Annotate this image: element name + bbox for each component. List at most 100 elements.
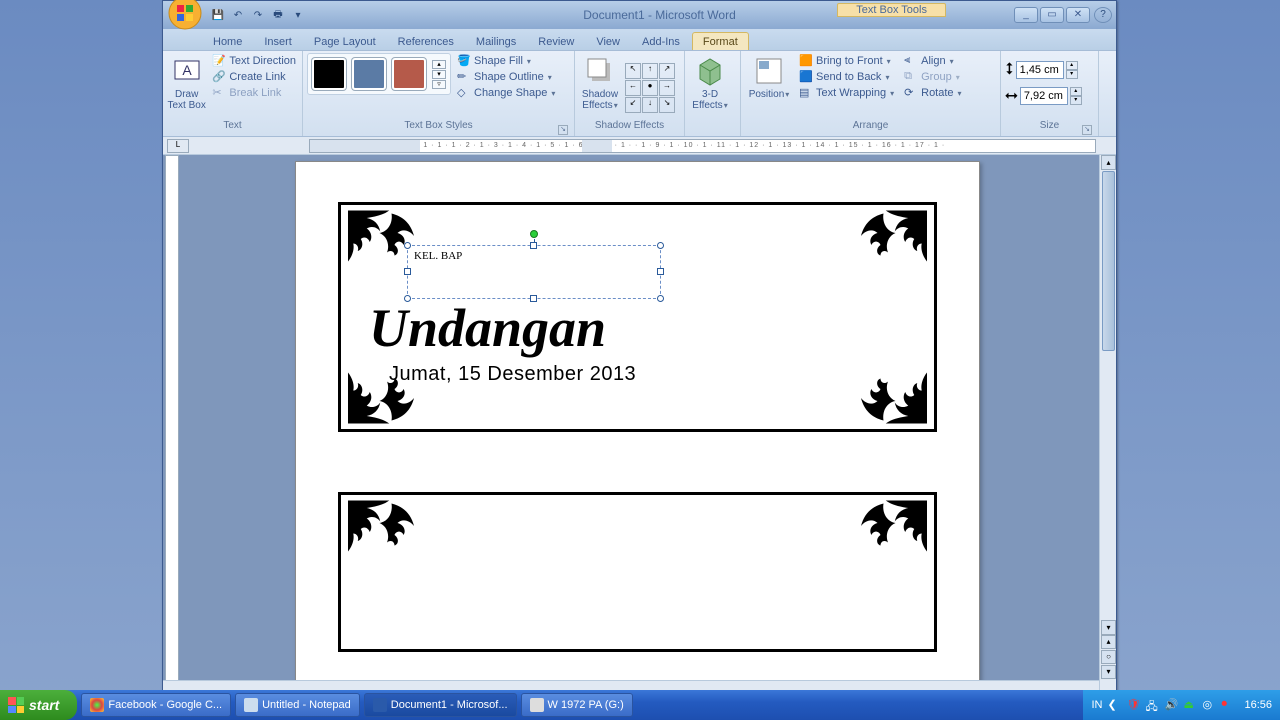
scroll-up-icon[interactable]: ▴	[1101, 155, 1116, 170]
handle-w[interactable]	[404, 268, 411, 275]
vertical-ruler[interactable]	[165, 155, 179, 697]
invitation-card[interactable]: KEL. BAP Undangan Jumat, 15 Desember 201…	[338, 202, 937, 432]
card-title[interactable]: Undangan	[369, 297, 606, 359]
redo-icon[interactable]: ↷	[251, 8, 265, 22]
text-wrapping-button[interactable]: ▤Text Wrapping▾	[797, 85, 896, 101]
horizontal-ruler[interactable]: · 1 · 3 · 1 · 2 · 1 · 1 · 1 · · 1 · 1 · …	[309, 139, 1096, 153]
tray-icon[interactable]: ❮	[1107, 698, 1121, 712]
group-icon: ⧉	[904, 70, 918, 84]
handle-n[interactable]	[530, 242, 537, 249]
tab-review[interactable]: Review	[528, 33, 584, 50]
nudge-left[interactable]: ←	[625, 80, 641, 96]
send-to-back-button[interactable]: 🟦Send to Back▾	[797, 69, 896, 85]
office-button[interactable]	[167, 0, 203, 31]
shape-outline-button[interactable]: ✏Shape Outline▾	[455, 69, 557, 85]
tray-record-icon[interactable]: ⏺	[1221, 698, 1235, 712]
next-page-icon[interactable]: ▾	[1101, 665, 1116, 679]
draw-text-box-button[interactable]: A Draw Text Box	[167, 53, 206, 111]
taskbar-item[interactable]: Facebook - Google C...	[81, 693, 231, 717]
style-swatch-black[interactable]	[312, 58, 346, 90]
gallery-more-icon[interactable]: ▿	[432, 80, 446, 89]
tab-view[interactable]: View	[586, 33, 630, 50]
tab-page-layout[interactable]: Page Layout	[304, 33, 386, 50]
selected-textbox[interactable]: KEL. BAP	[407, 245, 661, 299]
nudge-up-right[interactable]: ↗	[659, 63, 675, 79]
rotate-button[interactable]: ⟳Rotate▾	[902, 85, 963, 101]
position-button[interactable]: Position▾	[745, 53, 793, 100]
handle-se[interactable]	[657, 295, 664, 302]
tab-selector[interactable]: L	[167, 139, 189, 153]
taskbar-item[interactable]: W 1972 PA (G:)	[521, 693, 633, 717]
align-button[interactable]: ⫷Align▾	[902, 53, 963, 69]
group-button[interactable]: ⧉Group▾	[902, 69, 963, 85]
size-launcher[interactable]: ↘	[1082, 125, 1092, 135]
gallery-down-icon[interactable]: ▾	[432, 70, 446, 79]
3d-effects-button[interactable]: 3-D Effects▾	[689, 53, 731, 111]
undo-icon[interactable]: ↶	[231, 8, 245, 22]
save-icon[interactable]: 💾	[211, 8, 225, 22]
browse-object-icon[interactable]: ○	[1101, 650, 1116, 664]
bring-to-front-button[interactable]: 🟧Bring to Front▾	[797, 53, 896, 69]
style-swatch-blue[interactable]	[352, 58, 386, 90]
tab-mailings[interactable]: Mailings	[466, 33, 526, 50]
card-date[interactable]: Jumat, 15 Desember 2013	[389, 363, 636, 386]
start-button[interactable]: start	[0, 690, 77, 720]
nudge-up[interactable]: ↑	[642, 63, 658, 79]
width-input[interactable]	[1020, 87, 1068, 105]
nudge-right[interactable]: →	[659, 80, 675, 96]
nudge-down-right[interactable]: ↘	[659, 97, 675, 113]
document-area[interactable]: KEL. BAP Undangan Jumat, 15 Desember 201…	[163, 155, 1116, 697]
style-swatch-red[interactable]	[392, 58, 426, 90]
tray-volume-icon[interactable]: 🔊	[1164, 698, 1178, 712]
height-up[interactable]: ▴	[1066, 61, 1078, 70]
create-link-button[interactable]: 🔗Create Link	[210, 69, 298, 85]
handle-nw[interactable]	[404, 242, 411, 249]
height-field[interactable]: ⭥ ▴▾	[1005, 61, 1078, 79]
tab-insert[interactable]: Insert	[254, 33, 302, 50]
width-down[interactable]: ▾	[1070, 96, 1082, 105]
scroll-down-icon[interactable]: ▾	[1101, 620, 1116, 635]
styles-launcher[interactable]: ↘	[558, 125, 568, 135]
tab-references[interactable]: References	[388, 33, 464, 50]
nudge-down-left[interactable]: ↙	[625, 97, 641, 113]
tray-usb-icon[interactable]: ⏏	[1183, 698, 1197, 712]
vertical-scrollbar[interactable]: ▴ ▴ ○ ▾ ▾	[1099, 155, 1116, 697]
minimize-button[interactable]: _	[1014, 7, 1038, 23]
nudge-up-left[interactable]: ↖	[625, 63, 641, 79]
width-up[interactable]: ▴	[1070, 87, 1082, 96]
rotate-handle[interactable]	[530, 230, 538, 238]
shadow-effects-button[interactable]: Shadow Effects▾	[579, 53, 621, 111]
height-input[interactable]	[1016, 61, 1064, 79]
shadow-toggle[interactable]: ●	[642, 80, 658, 96]
tray-network-icon[interactable]: 🖧	[1145, 698, 1159, 712]
tray-app-icon[interactable]: ◎	[1202, 698, 1216, 712]
tab-addins[interactable]: Add-Ins	[632, 33, 690, 50]
text-direction-button[interactable]: 📝Text Direction	[210, 53, 298, 69]
shape-fill-button[interactable]: 🪣Shape Fill▾	[455, 53, 557, 69]
nudge-down[interactable]: ↓	[642, 97, 658, 113]
width-field[interactable]: ⭤ ▴▾	[1005, 87, 1082, 105]
scroll-thumb[interactable]	[1102, 171, 1115, 351]
tray-shield-icon[interactable]: 🛡	[1126, 698, 1140, 712]
tray-lang[interactable]: IN	[1091, 699, 1102, 711]
tab-format[interactable]: Format	[692, 32, 749, 50]
help-button[interactable]: ?	[1094, 7, 1112, 23]
qat-more-icon[interactable]: ▾	[291, 8, 305, 22]
styles-gallery[interactable]: ▴▾▿	[307, 53, 451, 95]
change-shape-button[interactable]: ◇Change Shape▾	[455, 85, 557, 101]
restore-button[interactable]: ▭	[1040, 7, 1064, 23]
height-down[interactable]: ▾	[1066, 70, 1078, 79]
print-preview-icon[interactable]: 🖶	[271, 8, 285, 22]
handle-e[interactable]	[657, 268, 664, 275]
prev-page-icon[interactable]: ▴	[1101, 635, 1116, 649]
tab-home[interactable]: Home	[203, 33, 252, 50]
invitation-card-2[interactable]	[338, 492, 937, 652]
break-link-button[interactable]: ✂Break Link	[210, 85, 298, 101]
gallery-up-icon[interactable]: ▴	[432, 60, 446, 69]
textbox-content[interactable]: KEL. BAP	[408, 246, 660, 266]
taskbar-item[interactable]: Document1 - Microsof...	[364, 693, 517, 717]
handle-ne[interactable]	[657, 242, 664, 249]
taskbar-item[interactable]: Untitled - Notepad	[235, 693, 360, 717]
tray-clock[interactable]: 16:56	[1244, 699, 1272, 711]
close-button[interactable]: ✕	[1066, 7, 1090, 23]
